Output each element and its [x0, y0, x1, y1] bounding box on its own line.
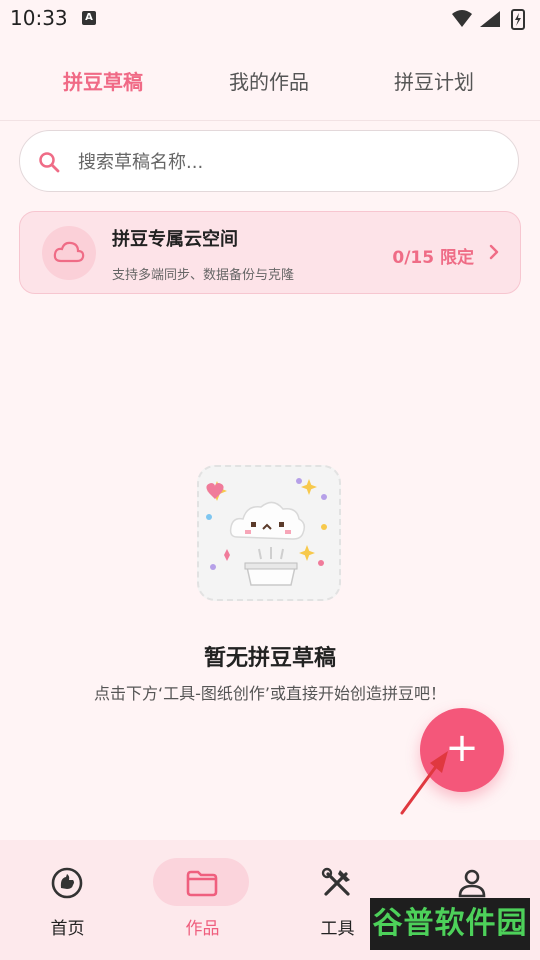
status-bar: 10:33 A [0, 0, 540, 40]
nav-home[interactable]: 首页 [0, 840, 135, 960]
tab-plans[interactable]: 拼豆计划 [394, 66, 474, 95]
search-input[interactable] [76, 145, 500, 179]
nav-works[interactable]: 作品 [135, 840, 270, 960]
tab-drafts[interactable]: 拼豆草稿 [63, 66, 143, 95]
empty-state-subtitle: 点击下方‘工具-图纸创作’或直接开始创造拼豆吧！ [94, 684, 446, 703]
folder-icon [186, 870, 218, 897]
status-icons [450, 8, 530, 34]
tools-icon [321, 867, 350, 896]
cloud-icon-circle [42, 226, 96, 280]
profile-icon [458, 869, 486, 898]
search-bar[interactable] [19, 130, 519, 192]
empty-illustration [197, 465, 341, 601]
status-time: 10:33 [10, 6, 68, 30]
pixel-cloud-illustration [206, 478, 327, 586]
tabs-divider [0, 120, 540, 121]
nav-home-label: 首页 [50, 919, 85, 939]
nav-works-label: 作品 [185, 919, 220, 939]
cloud-subtitle: 支持多端同步、数据备份与克隆 [112, 268, 295, 283]
chevron-right-icon [489, 244, 499, 260]
pointer-arrow-icon [400, 751, 448, 815]
watermark-logo: 谷普软件园 [370, 898, 530, 950]
cloud-space-card[interactable]: 拼豆专属云空间 支持多端同步、数据备份与克隆 0/15 限定 [19, 211, 521, 294]
empty-state-title: 暂无拼豆草稿 [203, 646, 336, 671]
accessibility-icon: A [82, 11, 96, 25]
wifi-signal-battery-icon [452, 9, 525, 30]
search-icon [39, 152, 60, 173]
tab-my-works[interactable]: 我的作品 [229, 66, 309, 95]
home-icon [51, 867, 83, 899]
cloud-icon [53, 241, 85, 263]
top-tabs: 拼豆草稿 我的作品 拼豆计划 [0, 40, 540, 120]
cloud-quota: 0/15 限定 [392, 248, 474, 268]
cloud-title: 拼豆专属云空间 [112, 229, 238, 250]
